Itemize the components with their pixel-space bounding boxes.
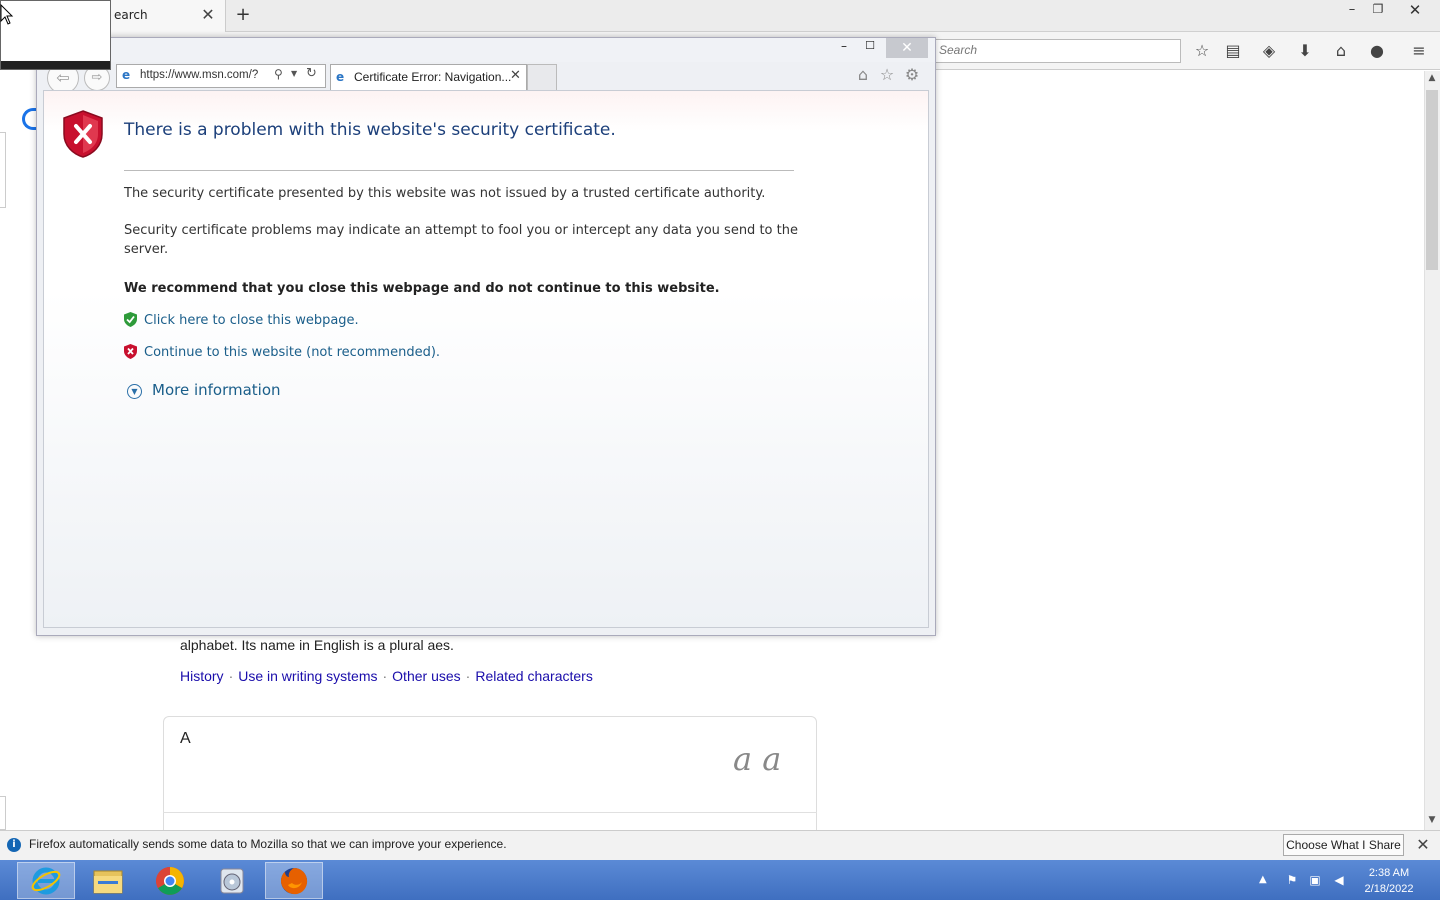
notification-text: Firefox automatically sends some data to… (29, 837, 507, 851)
favorites-star-icon[interactable]: ☆ (877, 65, 897, 85)
scroll-down-arrow-icon[interactable]: ▼ (1424, 815, 1440, 829)
red-shield-x-icon (124, 344, 137, 359)
ie-minimize-button[interactable]: – (836, 39, 852, 55)
firefox-new-tab-button[interactable]: + (234, 5, 252, 25)
taskbar-firefox[interactable] (265, 862, 323, 899)
link-other-uses[interactable]: Other uses (392, 668, 460, 684)
link-related-characters[interactable]: Related characters (475, 668, 593, 684)
refresh-icon[interactable]: ↻ (306, 66, 317, 81)
home-icon[interactable]: ⌂ (853, 65, 873, 85)
volume-muted-icon[interactable]: ◀ (1331, 873, 1347, 887)
internet-explorer-icon (31, 867, 61, 894)
action-center-flag-icon[interactable]: ⚑ (1284, 873, 1300, 887)
card-divider (163, 812, 817, 813)
firefox-tab-close-icon[interactable]: ✕ (200, 6, 216, 24)
chevron-down-icon[interactable]: ▼ (291, 69, 297, 78)
choose-what-i-share-button[interactable]: Choose What I Share (1283, 834, 1404, 856)
ie-tab-close-icon[interactable]: ✕ (510, 68, 521, 83)
ie-page-icon: e (122, 68, 131, 82)
page-text: alphabet. Its name in English is a plura… (180, 637, 454, 653)
taskbar-file-explorer[interactable] (79, 862, 137, 899)
firefox-tab-title: earch (114, 8, 148, 22)
link-separator: · (228, 668, 234, 684)
card-script-letters: a a (733, 740, 782, 778)
settings-gear-icon[interactable]: ⚙ (902, 65, 922, 85)
error-heading: There is a problem with this website's s… (124, 120, 616, 140)
firefox-close-button[interactable]: ✕ (1404, 1, 1426, 19)
error-paragraph-1: The security certificate presented by th… (124, 186, 766, 201)
more-information-link[interactable]: More information (152, 381, 281, 399)
green-shield-check-icon (124, 312, 137, 327)
ie-maximize-button[interactable]: ☐ (862, 39, 878, 55)
ie-new-tab-button[interactable] (527, 64, 557, 90)
error-shield-icon (63, 110, 103, 158)
error-paragraph-2: Security certificate problems may indica… (124, 223, 798, 257)
mouse-cursor-icon (0, 4, 14, 25)
taskbar-chrome[interactable] (141, 862, 199, 899)
ie-tab-favicon-icon: e (336, 70, 345, 84)
ie-title-bar[interactable] (37, 38, 935, 62)
taskbar-media-center[interactable] (203, 862, 261, 899)
ie-tab-title: Certificate Error: Navigation... (354, 70, 512, 84)
clock-time: 2:38 AM (1368, 867, 1410, 879)
clock-date: 2/18/2022 (1364, 883, 1414, 895)
media-center-icon (220, 868, 244, 893)
firefox-search-input[interactable]: Search (934, 39, 1181, 63)
continue-website-link[interactable]: Continue to this website (not recommende… (144, 345, 440, 360)
recommendation-text: We recommend that you close this webpage… (124, 281, 720, 296)
firefox-restore-button[interactable]: ❐ (1369, 2, 1387, 18)
partial-box (0, 132, 6, 208)
link-separator: · (382, 668, 388, 684)
folder-icon (93, 870, 123, 893)
chat-icon[interactable]: ● (1366, 40, 1388, 62)
pocket-icon[interactable]: ◈ (1258, 40, 1280, 62)
scrollbar-thumb[interactable] (1426, 90, 1438, 270)
partial-box (0, 796, 6, 830)
info-icon: i (7, 838, 21, 852)
close-webpage-link[interactable]: Click here to close this webpage. (144, 313, 359, 328)
heading-divider (124, 170, 794, 171)
letter-card (163, 716, 817, 836)
ie-close-button[interactable]: ✕ (886, 38, 928, 58)
reading-list-icon[interactable]: ▤ (1222, 40, 1244, 62)
expand-chevron-icon[interactable]: ▼ (127, 384, 142, 399)
taskbar-clock[interactable]: 2:38 AM 2/18/2022 (1358, 865, 1420, 897)
link-separator: · (465, 668, 471, 684)
firefox-icon (281, 867, 308, 894)
tray-expand-icon[interactable]: ▲ (1259, 874, 1267, 885)
home-icon[interactable]: ⌂ (1330, 40, 1352, 62)
menu-icon[interactable]: ≡ (1408, 40, 1430, 62)
thumbnail-taskbar-strip (1, 61, 110, 69)
chrome-icon (156, 866, 184, 895)
bookmark-star-icon[interactable]: ☆ (1191, 40, 1213, 62)
link-history[interactable]: History (180, 668, 224, 684)
partial-logo (22, 108, 36, 130)
ie-address-url[interactable]: https://www.msn.com/? (140, 69, 270, 81)
card-letter: A (180, 730, 191, 747)
download-icon[interactable]: ⬇ (1294, 40, 1316, 62)
window-thumbnail-preview[interactable] (0, 0, 111, 70)
link-writing-systems[interactable]: Use in writing systems (238, 668, 377, 684)
search-icon[interactable]: ⚲ (274, 67, 283, 81)
scroll-up-arrow-icon[interactable]: ▲ (1424, 73, 1440, 87)
taskbar-internet-explorer[interactable] (17, 862, 75, 899)
network-icon[interactable]: ▣ (1307, 873, 1323, 887)
notification-close-icon[interactable]: ✕ (1414, 836, 1432, 854)
firefox-minimize-button[interactable]: – (1343, 2, 1361, 18)
page-links: History · Use in writing systems · Other use… (180, 668, 593, 684)
